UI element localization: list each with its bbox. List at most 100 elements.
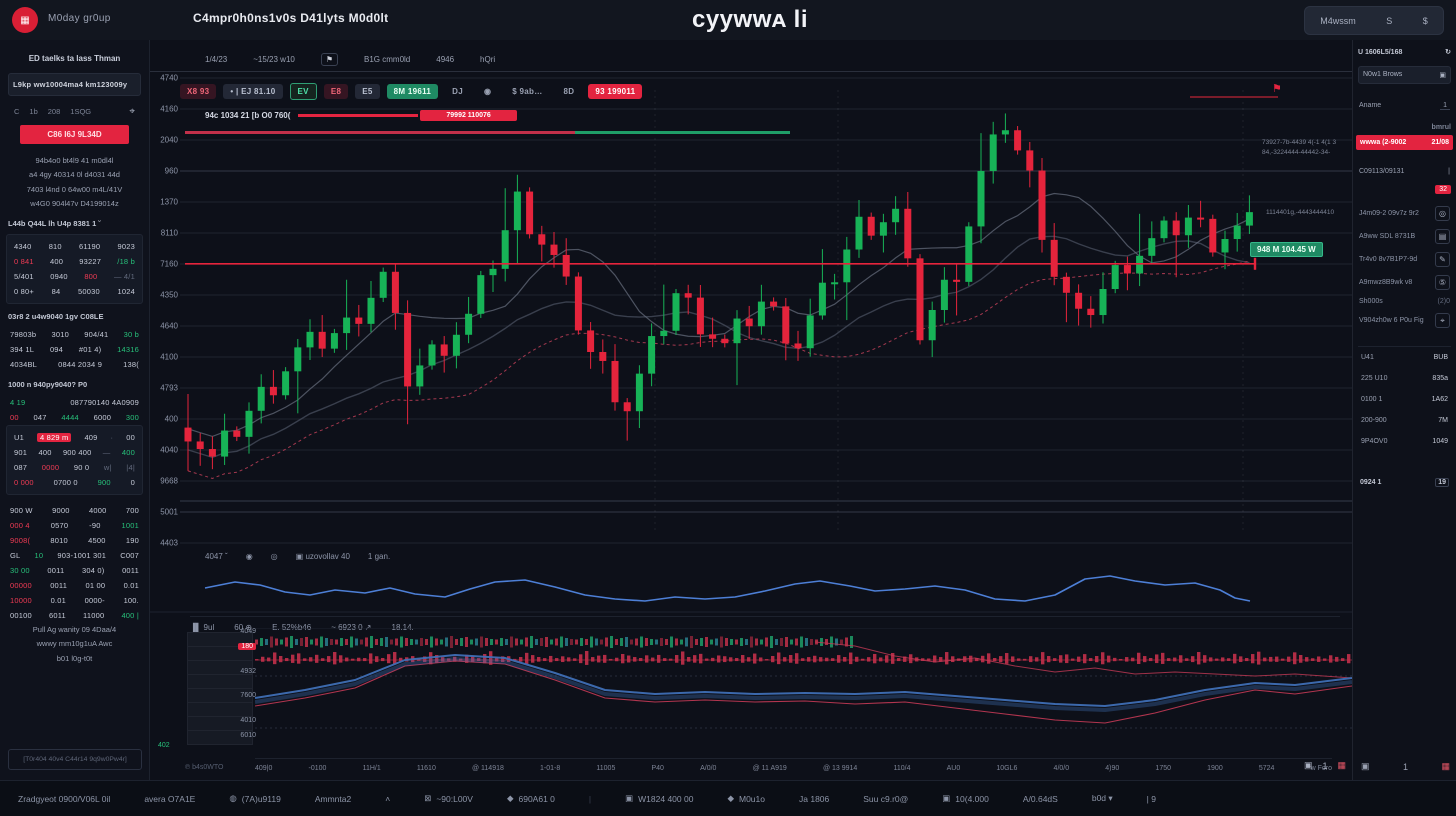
mode-button[interactable]: M4wssm xyxy=(1320,16,1356,26)
alert-badge[interactable]: wwwa (2-900221/08 xyxy=(1356,135,1453,150)
tool-icon[interactable]: ◎ xyxy=(1435,206,1450,221)
symbol-search-input[interactable]: L9kp ww10004ma4 km123009y xyxy=(8,73,141,96)
tool-item[interactable]: J4m09-2 09v7z 9r2◎ xyxy=(1358,202,1451,225)
screenshot-icon[interactable]: ▣ xyxy=(1304,760,1313,771)
count-label[interactable]: 1 xyxy=(1322,761,1327,771)
table-row[interactable]: 0 84140093227/18 b xyxy=(10,254,139,269)
table-row[interactable]: 30 000011304 0)0011 xyxy=(6,563,143,578)
status-item[interactable]: ▣10(4.000 xyxy=(942,793,989,804)
footer-count-icon[interactable]: 19 xyxy=(1435,478,1449,487)
header-actions[interactable]: M4wssm S $ xyxy=(1304,6,1444,35)
news-search-input[interactable]: N0w1 Brows ▣ xyxy=(1358,66,1451,84)
price-chart[interactable]: 4740416020409601370811071604350464041004… xyxy=(150,60,1352,565)
rsi-header-item[interactable]: ◉ xyxy=(246,552,253,561)
tool-icon[interactable]: ⌖ xyxy=(1435,313,1450,328)
table-row[interactable]: 00000001101 000.01 xyxy=(6,578,143,593)
legend-row[interactable] xyxy=(187,703,253,717)
status-item[interactable]: ▣W1824 400 00 xyxy=(625,793,693,804)
filter-option[interactable]: 1SQG xyxy=(70,107,91,116)
tool-icon[interactable]: (2)0 xyxy=(1438,298,1450,305)
table-row[interactable]: 00100601111000400 | xyxy=(6,608,143,623)
aname-value[interactable]: 1 xyxy=(1440,102,1450,110)
price-alert-green-badge[interactable]: 948 M 104.45 W xyxy=(1250,242,1323,257)
filter-option[interactable]: 208 xyxy=(48,107,61,116)
filter-option[interactable]: C xyxy=(14,107,19,116)
calendar-icon[interactable]: ▦ xyxy=(1441,761,1450,772)
table-row[interactable]: 4340810611909023 xyxy=(10,239,139,254)
count-badge[interactable]: 32 xyxy=(1435,185,1451,194)
table-row[interactable]: U14 829 m409·00 xyxy=(10,430,139,445)
time-tick-label[interactable]: 1-01-8 xyxy=(540,765,560,772)
time-tick-label[interactable]: 4/0/0 xyxy=(1054,765,1070,772)
tool-icon[interactable]: ✎ xyxy=(1435,252,1450,267)
time-tick-label[interactable]: AU0 xyxy=(947,765,961,772)
time-tick-label[interactable]: 1900 xyxy=(1207,765,1223,772)
status-item[interactable]: ◆M0u1o xyxy=(727,793,765,804)
table-row[interactable]: 9008(80104500190 xyxy=(6,533,143,548)
calendar-icon[interactable]: ▦ xyxy=(1337,760,1346,771)
time-tick-label[interactable]: @ 13 9914 xyxy=(823,765,857,772)
status-item[interactable]: Zradgyeot 0900/V06L 0il xyxy=(18,794,110,804)
filter-option[interactable]: 1b xyxy=(29,107,37,116)
tool-item[interactable]: V904zh0w 6 P0u Fig⌖ xyxy=(1358,309,1451,332)
time-tick-label[interactable]: @ 114918 xyxy=(472,765,504,772)
brand-logo-icon[interactable]: ▦ xyxy=(12,7,38,33)
time-tick-label[interactable]: 11610 xyxy=(417,765,436,772)
table-row[interactable]: 0 80+84500301024 xyxy=(10,284,139,299)
table-row[interactable]: 394 1L094#01 4)14316 xyxy=(6,342,143,357)
time-tick-label[interactable]: 4)90 xyxy=(1105,765,1119,772)
tool-item[interactable]: Tr4v0 8v7B1P7-9d✎ xyxy=(1358,248,1451,271)
legend-row[interactable] xyxy=(187,675,253,689)
layout-icon[interactable]: S xyxy=(1386,16,1392,26)
status-item[interactable]: ⊠~90:L00V xyxy=(424,793,473,804)
rsi-panel[interactable] xyxy=(150,568,1352,619)
time-tick-label[interactable]: P40 xyxy=(651,765,663,772)
table-row[interactable]: GL10903-1001 301C007 xyxy=(6,548,143,563)
tool-item[interactable]: A9mwz8B9wk v8⑤ xyxy=(1358,271,1451,294)
table-row[interactable]: 79803b3010904/4130 b xyxy=(6,327,143,342)
refresh-icon[interactable]: ↻ xyxy=(1445,48,1451,56)
status-item[interactable]: | 9 xyxy=(1147,794,1156,804)
table-row[interactable]: 4034BL0844 2034 9138( xyxy=(6,357,143,372)
table-row[interactable]: 4 19087790140 4A0909 xyxy=(6,395,143,410)
table-row[interactable]: 900 W90004000700 xyxy=(6,503,143,518)
macd-header-item[interactable]: ▐▌ 9ul xyxy=(190,623,214,632)
time-tick-label[interactable]: 11005 xyxy=(596,765,615,772)
rsi-header-item[interactable]: ◎ xyxy=(271,552,278,561)
table-row[interactable]: 100000.010000-100. xyxy=(6,593,143,608)
status-item[interactable]: ◍(7A)u9119 xyxy=(229,793,281,804)
table-row[interactable]: 5/4010940800— 4/1 xyxy=(10,269,139,284)
status-item[interactable]: A/0.64dS xyxy=(1023,794,1058,804)
time-tick-label[interactable]: 1750 xyxy=(1155,765,1171,772)
tool-icon[interactable]: ⑤ xyxy=(1435,275,1450,290)
currency-icon[interactable]: $ xyxy=(1423,16,1428,26)
table-row[interactable]: 087000090 0w||4| xyxy=(10,460,139,475)
time-axis[interactable]: 409|0 -0100 11H/1 11610 @ 114918 1-01-8 11005 P… xyxy=(255,758,1332,772)
count-label[interactable]: 1 xyxy=(1403,762,1408,772)
table-row[interactable]: 0004744446000300 xyxy=(6,410,143,425)
camera-icon[interactable]: ▣ xyxy=(1361,761,1370,772)
annotation-red-pill[interactable]: 79992 110076 xyxy=(420,110,516,121)
time-tick-label[interactable]: 10GL6 xyxy=(996,765,1017,772)
time-tick-label[interactable]: @ 11 A919 xyxy=(753,765,787,772)
status-item[interactable]: ˄ xyxy=(385,794,390,804)
tool-icon[interactable]: ▤ xyxy=(1435,229,1450,244)
status-item[interactable]: Ammnta2 xyxy=(315,794,351,804)
tool-item[interactable]: Sh000s(2)0 xyxy=(1358,294,1451,309)
macd-panel[interactable] xyxy=(255,628,1352,761)
time-tick-label[interactable]: -0100 xyxy=(309,765,327,772)
table-row[interactable]: 901400900 400—400 xyxy=(10,445,139,460)
status-item[interactable]: avera O7A1E xyxy=(144,794,195,804)
flag-marker-icon[interactable]: ⚑ xyxy=(1272,82,1282,95)
time-tick-label[interactable]: A/0/0 xyxy=(700,765,716,772)
sell-button[interactable]: C86 I6J 9L34D xyxy=(20,125,129,144)
status-item[interactable]: b0d ▾ xyxy=(1092,793,1113,804)
status-item[interactable]: Ja 1806 xyxy=(799,794,829,804)
time-tick-label[interactable]: 11H/1 xyxy=(363,765,381,772)
table-row[interactable]: 000 40570-901001 xyxy=(6,518,143,533)
time-tick-label[interactable]: 409|0 xyxy=(255,765,272,772)
rsi-header-item[interactable]: 4047 ˇ xyxy=(205,552,228,561)
rsi-header-item[interactable]: ▣ uzovollav 40 xyxy=(296,552,350,561)
tool-item[interactable]: A9ww SDL 8731B▤ xyxy=(1358,225,1451,248)
drawer-row[interactable]: C09113/09131| xyxy=(1358,164,1451,179)
